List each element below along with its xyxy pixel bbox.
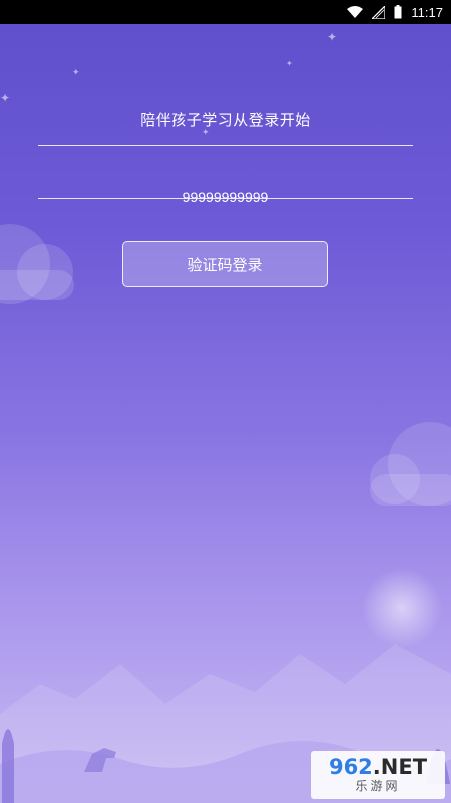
sparkle-icon: ✦ — [327, 30, 338, 44]
watermark-brand: 962.NET — [329, 756, 427, 778]
sparkle-icon: ✦ — [72, 68, 80, 78]
signal-icon — [372, 5, 386, 19]
watermark-brand-number: 962 — [328, 755, 373, 779]
background-art — [0, 224, 451, 803]
status-icons: 11:17 — [347, 0, 443, 24]
watermark-logo: 962.NET 乐游网 — [311, 751, 445, 799]
sparkle-icon: ✦ — [286, 59, 293, 68]
tree-left — [2, 729, 14, 803]
verification-code-login-button[interactable]: 验证码登录 — [122, 241, 328, 287]
login-tagline: 陪伴孩子学习从登录开始 — [140, 111, 311, 129]
input-divider-bottom — [38, 198, 413, 199]
status-time: 11:17 — [411, 4, 443, 20]
cloud-left — [0, 224, 74, 304]
input-divider-top — [38, 145, 413, 146]
sun-glow — [362, 568, 442, 648]
login-screen: ✦ ✦ ✦ ✦ ✦ 陪伴孩子学习从登录开始 验证码登录 962.NET 乐游网 — [0, 24, 451, 803]
wifi-icon — [347, 6, 364, 18]
phone-number-input[interactable] — [38, 180, 413, 214]
watermark-brand-net: .NET — [372, 755, 428, 779]
cloud-right — [370, 422, 451, 506]
status-bar: 11:17 — [0, 0, 451, 24]
sparkle-icon: ✦ — [0, 91, 11, 105]
battery-icon — [394, 5, 402, 19]
watermark-subtitle: 乐游网 — [355, 779, 401, 793]
